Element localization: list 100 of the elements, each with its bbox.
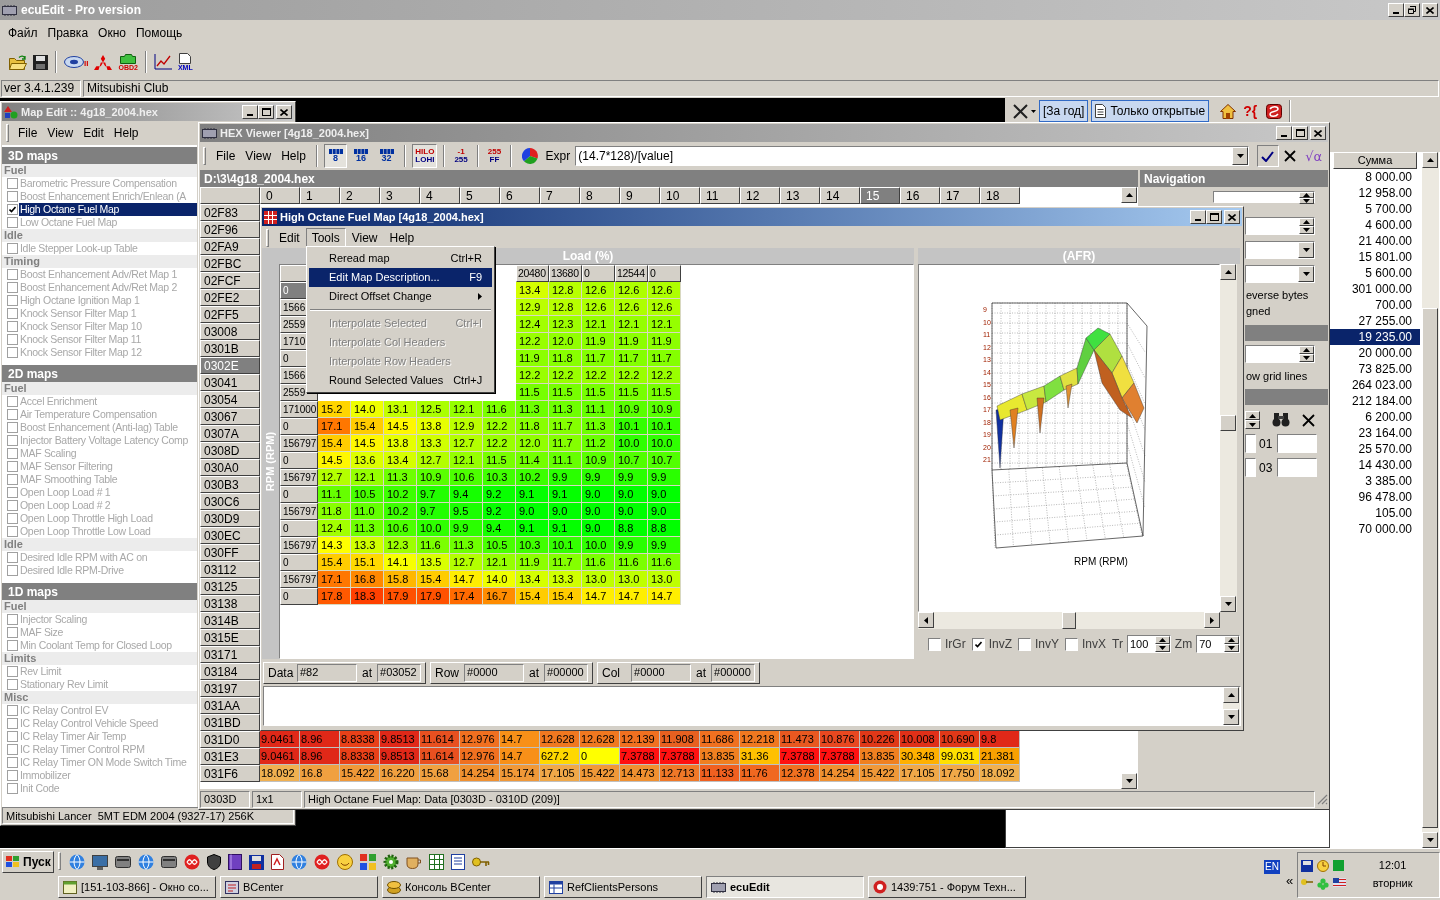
table-cell[interactable]: 13.5 (417, 554, 450, 571)
table-cell[interactable]: 15.8 (384, 571, 417, 588)
table-cell[interactable]: 10.9 (648, 401, 681, 418)
table-cell[interactable]: 10.5 (483, 537, 516, 554)
amount-cell[interactable]: 21 400.00 (1330, 233, 1420, 249)
scroll-down-button[interactable] (1422, 832, 1438, 848)
table-cell[interactable]: 11.3 (549, 401, 582, 418)
amount-cell[interactable]: 23 164.00 (1330, 425, 1420, 441)
input-field[interactable] (1245, 458, 1256, 477)
table-cell[interactable]: 9.9 (582, 469, 615, 486)
close-button[interactable] (276, 105, 292, 119)
checkbox[interactable] (7, 321, 18, 332)
row-header[interactable]: 0314B (200, 612, 260, 629)
table-cell[interactable]: 12.6 (648, 299, 681, 316)
table-cell[interactable]: 12.2 (648, 367, 681, 384)
checkbox[interactable] (7, 217, 18, 228)
section-header[interactable]: 2D maps (2, 365, 197, 382)
row-header[interactable]: 03171 (200, 646, 260, 663)
row-header[interactable]: 03197 (200, 680, 260, 697)
amount-cell[interactable]: 25 570.00 (1330, 441, 1420, 457)
amount-cell[interactable]: 212 184.00 (1330, 393, 1420, 409)
table-cell[interactable]: 11.3 (450, 537, 483, 554)
amount-cell[interactable]: 6 200.00 (1330, 409, 1420, 425)
table-cell[interactable]: 12.2 (516, 367, 549, 384)
table-cell[interactable]: 10.0 (648, 435, 681, 452)
table-cell[interactable]: 17.1 (318, 418, 351, 435)
menu-item[interactable]: File (212, 150, 240, 162)
amount-cell[interactable]: 5 700.00 (1330, 201, 1420, 217)
taskbar-button[interactable]: BCenter (220, 876, 378, 898)
table-cell[interactable]: 9.0 (582, 520, 615, 537)
infinity-icon[interactable] (184, 854, 200, 870)
table-cell[interactable]: 13.0 (615, 571, 648, 588)
row-header[interactable]: 03067 (200, 408, 260, 425)
table-cell[interactable]: 13.0 (648, 571, 681, 588)
minimize-button[interactable] (242, 105, 258, 119)
amount-cell[interactable]: 4 600.00 (1330, 217, 1420, 233)
map-list-item[interactable]: High Octane Fuel Map (19, 203, 197, 216)
table-cell[interactable]: 11.3 (582, 418, 615, 435)
maximize-button[interactable] (258, 105, 274, 119)
table-cell[interactable]: 12.1 (450, 452, 483, 469)
checkbox[interactable] (7, 334, 18, 345)
cross-icon[interactable] (1013, 103, 1028, 119)
text-area[interactable] (263, 686, 1241, 726)
table-cell[interactable]: 12.6 (615, 282, 648, 299)
table-cell[interactable]: 13.1 (384, 401, 417, 418)
table-cell[interactable]: 11.0 (351, 503, 384, 520)
amount-cell[interactable]: 12 958.00 (1330, 185, 1420, 201)
column-header[interactable]: 1 (300, 187, 340, 204)
table-cell[interactable]: 11.1 (318, 486, 351, 503)
dropdown-button[interactable] (1232, 147, 1249, 165)
row-header[interactable]: 0302E (200, 357, 260, 374)
table-cell[interactable]: 12.4 (318, 520, 351, 537)
key-icon[interactable] (1301, 877, 1314, 886)
checkbox[interactable] (7, 282, 18, 293)
row-header[interactable]: 031F6 (200, 765, 260, 782)
table-cell[interactable]: 18.3 (351, 588, 384, 605)
minimize-button[interactable] (1276, 126, 1292, 140)
table-cell[interactable]: 12.3 (549, 316, 582, 333)
table-cell[interactable]: 12.2 (483, 435, 516, 452)
table-cell[interactable]: 14.5 (351, 435, 384, 452)
checkbox[interactable] (7, 269, 18, 280)
table-cell[interactable]: 12.2 (582, 367, 615, 384)
taskbar-button[interactable]: 1439:751 - Форум Техн... (868, 876, 1026, 898)
table-cell[interactable]: 14.0 (351, 401, 384, 418)
scroll-down-button[interactable] (1220, 596, 1236, 612)
spin-down-button[interactable] (1299, 198, 1314, 204)
card-icon[interactable] (161, 856, 177, 868)
row-header[interactable]: 156797 (280, 571, 318, 588)
amount-cell[interactable]: 15 801.00 (1330, 249, 1420, 265)
column-header[interactable]: 0 (582, 265, 615, 282)
table-cell[interactable]: 14.7 (615, 588, 648, 605)
row-header[interactable]: 0 (280, 588, 318, 605)
column-header[interactable]: 4 (420, 187, 460, 204)
spin-field[interactable] (1245, 217, 1315, 235)
checkbox[interactable] (7, 627, 18, 638)
checkbox[interactable] (7, 204, 18, 215)
table-cell[interactable]: 11.8 (318, 503, 351, 520)
table-cell[interactable]: 17.1 (318, 571, 351, 588)
checkbox[interactable] (7, 461, 18, 472)
document-icon[interactable] (451, 854, 465, 870)
row-header[interactable]: 0301B (200, 340, 260, 357)
line-chart-icon[interactable] (153, 54, 172, 70)
row-header[interactable]: 156797 (280, 503, 318, 520)
row-header[interactable]: 02FCF (200, 272, 260, 289)
checkbox[interactable] (7, 435, 18, 446)
spin-down-button[interactable] (1299, 354, 1314, 362)
table-cell[interactable]: 10.9 (417, 469, 450, 486)
dropdown-button[interactable] (1298, 242, 1314, 258)
checkbox[interactable] (7, 526, 18, 537)
column-header[interactable]: 14 (820, 187, 860, 204)
table-cell[interactable]: 16.7 (483, 588, 516, 605)
table-cell[interactable]: 10.7 (615, 452, 648, 469)
table-cell[interactable]: 11.5 (648, 384, 681, 401)
toolbar-button[interactable]: 255 FF (484, 144, 505, 168)
table-cell[interactable]: 16.8 (351, 571, 384, 588)
checkbox[interactable] (7, 666, 18, 677)
globe-icon[interactable] (291, 854, 307, 870)
checkbox[interactable] (7, 770, 18, 781)
table-cell[interactable]: 9.4 (450, 486, 483, 503)
table-cell[interactable]: 11.9 (516, 554, 549, 571)
